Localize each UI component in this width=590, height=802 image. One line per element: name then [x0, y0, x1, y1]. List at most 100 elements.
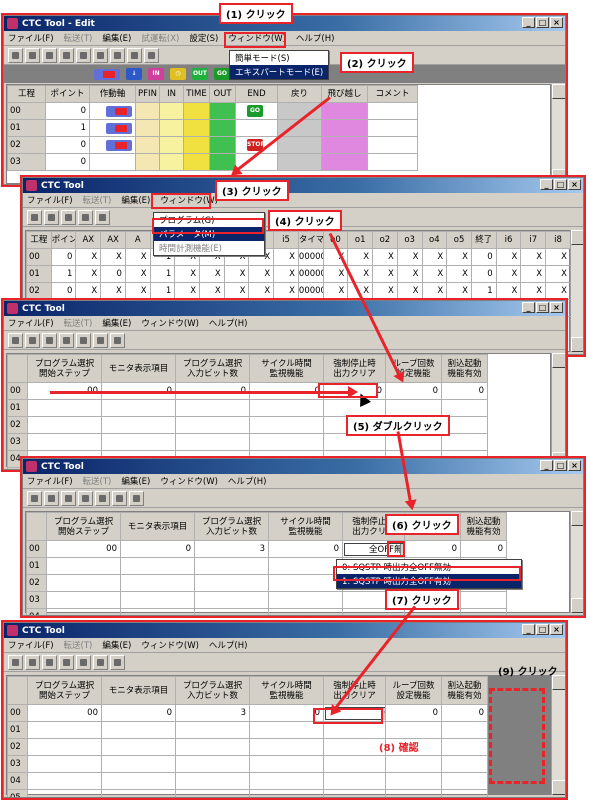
menu-trial-run[interactable]: 試運転(X)	[141, 32, 179, 44]
param-cell[interactable]	[27, 433, 102, 451]
param-cell[interactable]	[27, 738, 102, 756]
param-cell[interactable]: 00	[46, 540, 121, 558]
maximize-button[interactable]: □	[536, 302, 549, 313]
table-row[interactable]: 05	[7, 789, 488, 797]
expert-cell[interactable]: X	[100, 282, 126, 300]
menu-help[interactable]: ヘルプ(H)	[296, 32, 335, 44]
paste-icon[interactable]	[144, 47, 159, 63]
expert-cell[interactable]: X	[372, 265, 398, 283]
param-cell[interactable]	[101, 416, 176, 434]
param-cell[interactable]	[385, 433, 442, 451]
param-cell[interactable]: 0	[385, 704, 442, 722]
expert-cell[interactable]: X	[520, 282, 547, 300]
up-arrow-icon[interactable]	[59, 654, 74, 670]
print-icon[interactable]	[61, 209, 76, 225]
param-cell[interactable]	[27, 399, 102, 417]
up-arrow-icon[interactable]	[78, 490, 93, 506]
expert-cell[interactable]: X	[545, 282, 571, 300]
param-cell[interactable]	[268, 557, 343, 575]
menu-file[interactable]: ファイル(F)	[8, 639, 54, 651]
param-cell[interactable]	[27, 755, 102, 773]
open-icon[interactable]	[8, 332, 23, 348]
table-row[interactable]: 01 1	[7, 119, 418, 137]
param-cell[interactable]	[46, 608, 121, 615]
param-cell[interactable]	[249, 772, 324, 790]
param-cell[interactable]: 0	[385, 382, 442, 400]
param-cell[interactable]	[27, 721, 102, 739]
out-icon[interactable]: OUT	[192, 68, 208, 80]
table-row[interactable]: 0000030全OFF無効▼00	[26, 540, 507, 558]
close-button[interactable]: ×	[568, 179, 581, 190]
param-cell[interactable]	[249, 433, 324, 451]
expert-cell[interactable]: X	[372, 282, 398, 300]
param-cell[interactable]: 0	[404, 540, 461, 558]
param-cell[interactable]	[385, 399, 442, 417]
menu-edit[interactable]: 編集(E)	[102, 317, 131, 329]
param-cell[interactable]: 0	[441, 382, 488, 400]
expert-cell[interactable]: 00000	[297, 282, 324, 300]
expert-cell[interactable]: X	[495, 282, 522, 300]
expert-cell[interactable]: X	[124, 282, 151, 300]
paste-icon[interactable]	[110, 654, 125, 670]
minimize-button[interactable]: _	[540, 179, 553, 190]
expert-cell[interactable]: X	[75, 265, 102, 283]
axis-icon[interactable]	[94, 68, 120, 80]
expert-cell[interactable]: X	[495, 248, 522, 266]
expert-cell[interactable]: 00000	[297, 248, 324, 266]
up-arrow-icon[interactable]	[78, 209, 93, 225]
close-button[interactable]: ×	[550, 302, 563, 313]
close-button[interactable]: ×	[568, 460, 581, 471]
down-arrow-icon[interactable]	[76, 654, 91, 670]
expert-cell[interactable]: 0	[50, 282, 77, 300]
menu-help[interactable]: ヘルプ(H)	[209, 639, 248, 651]
close-button[interactable]: ×	[550, 624, 563, 635]
param-cell[interactable]	[101, 772, 176, 790]
maximize-button[interactable]: □	[536, 624, 549, 635]
param-scrollbar-3[interactable]	[551, 675, 565, 795]
up-arrow-icon[interactable]	[59, 47, 74, 63]
open-icon[interactable]	[27, 490, 42, 506]
expert-cell[interactable]: X	[75, 282, 102, 300]
param-cell[interactable]	[120, 608, 195, 615]
param-cell[interactable]	[268, 574, 343, 592]
param-cell[interactable]	[323, 399, 386, 417]
param-cell[interactable]: 0	[101, 704, 176, 722]
expert-cell[interactable]: 1	[149, 265, 176, 283]
table-row[interactable]: 03	[7, 433, 488, 451]
expert-cell[interactable]: X	[248, 282, 275, 300]
expert-cell[interactable]: X	[396, 248, 423, 266]
expert-cell[interactable]: X	[421, 248, 448, 266]
menu-transfer[interactable]: 転送(T)	[64, 32, 93, 44]
expert-cell[interactable]: X	[347, 248, 374, 266]
param-cell[interactable]	[323, 755, 386, 773]
open-icon[interactable]	[27, 209, 42, 225]
minimize-button[interactable]: _	[540, 460, 553, 471]
param-cell[interactable]	[120, 557, 195, 575]
close-button[interactable]: ×	[550, 17, 563, 28]
param-cell[interactable]	[27, 772, 102, 790]
param-cell[interactable]	[175, 755, 250, 773]
expert-cell[interactable]: 0	[100, 265, 126, 283]
expert-cell[interactable]: X	[421, 265, 448, 283]
expert-cell[interactable]: X	[421, 282, 448, 300]
save-icon[interactable]	[44, 490, 59, 506]
param-cell[interactable]	[46, 557, 121, 575]
expert-cell[interactable]: 1	[149, 282, 176, 300]
param-cell[interactable]	[249, 416, 324, 434]
menu-item-simple-mode[interactable]: 簡単モード(S)	[230, 51, 328, 65]
expert-cell[interactable]: X	[174, 282, 201, 300]
expert-cell[interactable]: X	[520, 265, 547, 283]
minimize-button[interactable]: _	[522, 302, 535, 313]
down-arrow-icon[interactable]	[76, 47, 91, 63]
param-cell[interactable]	[101, 789, 176, 797]
param-cell[interactable]	[101, 755, 176, 773]
paste-icon[interactable]	[110, 332, 125, 348]
maximize-button[interactable]: □	[554, 179, 567, 190]
param-cell[interactable]	[441, 721, 488, 739]
expert-cell[interactable]: X	[248, 265, 275, 283]
menu-file[interactable]: ファイル(F)	[27, 194, 73, 206]
param-cell[interactable]	[441, 755, 488, 773]
param-cell[interactable]	[120, 591, 195, 609]
table-row[interactable]: 00000301▼00	[7, 704, 488, 722]
menu-window[interactable]: ウィンドウ(W)	[160, 475, 218, 487]
